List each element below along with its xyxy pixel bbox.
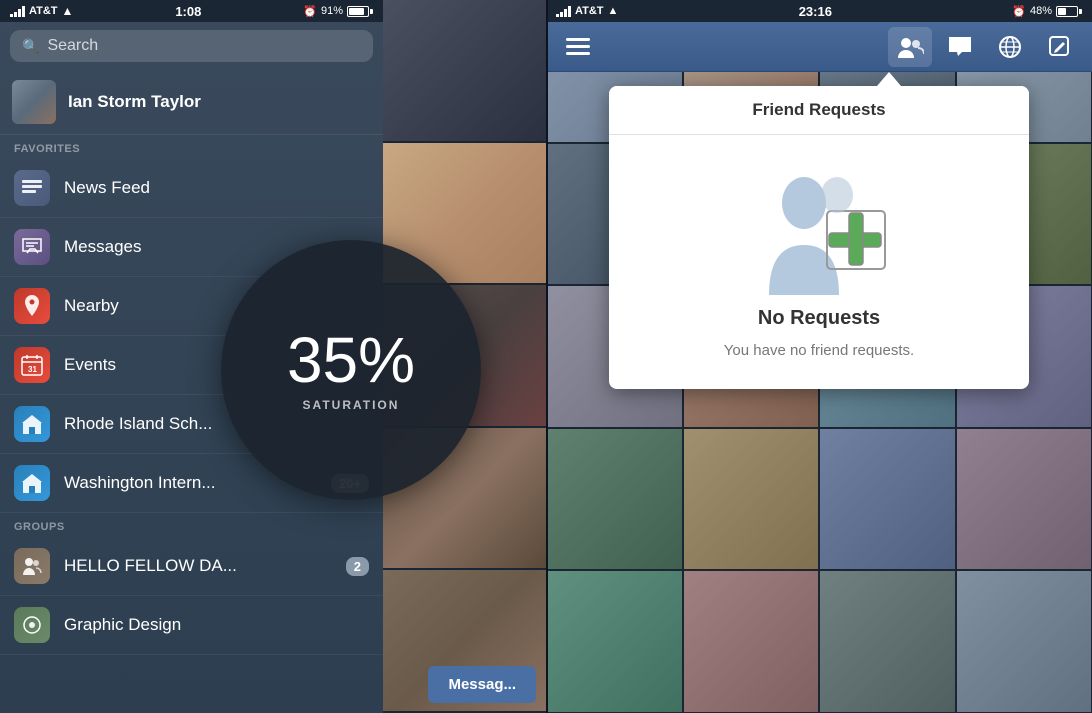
left-panel: AT&T ▲ 1:08 ⏰ 91% 🔍 Search [0, 0, 546, 713]
signal-bars-icon [10, 5, 25, 17]
hello-fellow-label: HELLO FELLOW DA... [64, 556, 332, 576]
globe-button[interactable] [988, 27, 1032, 67]
left-battery-percent: 91% [321, 5, 343, 17]
user-avatar-icon [12, 80, 56, 124]
left-saturation-overlay: 35% SATURATION [221, 240, 481, 500]
search-placeholder: Search [47, 37, 98, 55]
groups-section-header: GROUPS [0, 513, 383, 537]
right-battery-body [1056, 6, 1078, 17]
compose-button[interactable] [1038, 27, 1082, 67]
no-requests-title: No Requests [758, 307, 880, 330]
left-time: 1:08 [175, 4, 201, 19]
wifi-icon: ▲ [62, 4, 74, 18]
chat-button[interactable] [938, 27, 982, 67]
bg-photo-14 [683, 428, 820, 571]
school2-icon [14, 465, 50, 501]
bg-photo-13 [546, 428, 683, 571]
right-signal: AT&T ▲ [556, 5, 618, 17]
panel-divider [546, 0, 548, 713]
left-saturation-percent: 35% [287, 328, 415, 392]
right-battery-nub [1079, 9, 1082, 14]
right-carrier: AT&T [575, 5, 604, 17]
hamburger-menu-button[interactable] [556, 27, 600, 67]
nearby-icon [14, 288, 50, 324]
friends-button[interactable] [888, 27, 932, 67]
battery-icon [347, 6, 373, 17]
search-icon: 🔍 [22, 38, 39, 55]
fr-pointer [877, 72, 901, 86]
friend-requests-title: Friend Requests [609, 86, 1029, 135]
friend-requests-panel: Friend Requests No Requests You have no [609, 72, 1029, 389]
avatar [12, 80, 56, 124]
left-signal: AT&T ▲ [10, 4, 73, 18]
friend-requests-card: Friend Requests No Requests You have no [609, 86, 1029, 389]
right-battery-percent: 48% [1030, 5, 1052, 17]
groups-icon [14, 548, 50, 584]
school-icon [14, 406, 50, 442]
add-friend-icon [739, 165, 899, 295]
left-carrier: AT&T [29, 5, 58, 17]
photo-cell-1 [383, 0, 546, 143]
right-time: 23:16 [799, 4, 832, 19]
search-bar[interactable]: 🔍 Search [10, 30, 373, 62]
right-wifi-icon: ▲ [608, 5, 619, 17]
right-toolbar [546, 22, 1092, 72]
battery-nub [370, 9, 373, 14]
news-feed-icon [14, 170, 50, 206]
user-name: Ian Storm Taylor [68, 92, 201, 112]
bg-photo-18 [683, 570, 820, 713]
alarm-icon: ⏰ [303, 5, 317, 18]
right-alarm-icon: ⏰ [1012, 5, 1026, 18]
bg-photo-20 [956, 570, 1092, 713]
sidebar-item-graphic-design[interactable]: Graphic Design [0, 596, 383, 655]
user-profile[interactable]: Ian Storm Taylor [0, 70, 383, 135]
left-saturation-label: SATURATION [303, 398, 400, 412]
sidebar-item-news-feed[interactable]: News Feed [0, 159, 383, 218]
sidebar-item-hello-fellow[interactable]: HELLO FELLOW DA... 2 [0, 537, 383, 596]
news-feed-label: News Feed [64, 178, 369, 198]
left-battery: ⏰ 91% [303, 5, 373, 18]
bg-photo-15 [819, 428, 956, 571]
right-battery-fill [1058, 8, 1066, 15]
no-requests-subtitle: You have no friend requests. [724, 342, 914, 359]
events-icon: 31 [14, 347, 50, 383]
bg-photo-17 [546, 570, 683, 713]
favorites-section-header: FAVORITES [0, 135, 383, 159]
right-status-bar: AT&T ▲ 23:16 ⏰ 48% [546, 0, 1092, 22]
bg-photo-19 [819, 570, 956, 713]
bg-photo-16 [956, 428, 1092, 571]
graphic-design-label: Graphic Design [64, 615, 369, 635]
right-battery-icon [1056, 6, 1082, 17]
graphic-icon [14, 607, 50, 643]
battery-fill [349, 8, 364, 15]
right-panel: AT&T ▲ 23:16 ⏰ 48% [546, 0, 1092, 713]
right-signal-bars-icon [556, 5, 571, 17]
right-battery-area: ⏰ 48% [1012, 5, 1082, 18]
svg-text:31: 31 [28, 365, 37, 374]
left-status-bar: AT&T ▲ 1:08 ⏰ 91% [0, 0, 383, 22]
battery-body [347, 6, 369, 17]
message-button[interactable]: Messag... [428, 666, 536, 703]
hello-fellow-badge: 2 [346, 557, 369, 576]
friend-requests-content: No Requests You have no friend requests. [609, 135, 1029, 389]
messages-icon [14, 229, 50, 265]
